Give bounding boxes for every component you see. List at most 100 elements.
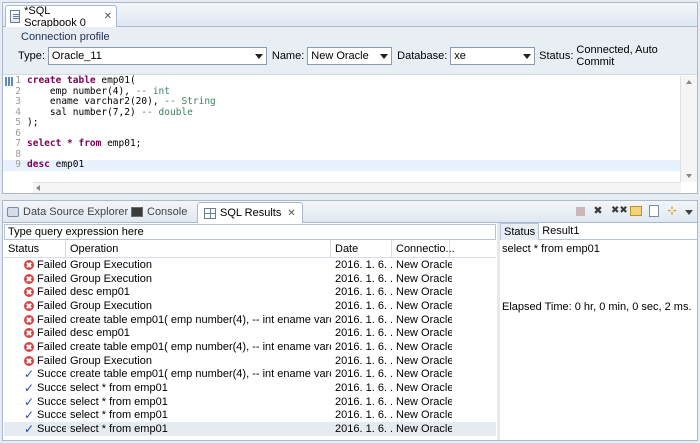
date-cell: 2016. 1. 6. ... bbox=[335, 382, 392, 395]
code-text: sal number(7,2) -- double bbox=[27, 107, 193, 119]
results-toolbar: ✖ ✖✖ ⊹ bbox=[576, 205, 693, 217]
pin-icon[interactable]: ⊹ bbox=[666, 205, 678, 217]
status-text: Succee bbox=[37, 423, 66, 436]
date-cell: 2016. 1. 6. ... bbox=[335, 299, 392, 312]
tab-sql-results[interactable]: SQL Results ✕ bbox=[197, 202, 303, 223]
terminate-icon[interactable] bbox=[576, 207, 585, 216]
sql-text: emp01 bbox=[49, 159, 85, 170]
connection-cell: New Oracle bbox=[396, 299, 452, 312]
date-cell: 2016. 1. 6. ... bbox=[335, 368, 392, 381]
operation-cell: Group Execution bbox=[70, 299, 152, 312]
table-row[interactable]: Failed create table emp01( emp number(4),… bbox=[4, 340, 496, 354]
name-select[interactable]: New Oracle bbox=[307, 47, 393, 65]
date-cell: 2016. 1. 6. ... bbox=[335, 354, 392, 367]
column-header-date[interactable]: Date bbox=[331, 240, 392, 258]
sort-ascending-icon: ^ bbox=[32, 246, 36, 253]
failed-error-icon bbox=[24, 287, 34, 298]
code-text: select * from emp01; bbox=[27, 138, 142, 150]
database-value: xe bbox=[454, 50, 466, 62]
view-tab-bar: Data Source Explorer Console SQL Results… bbox=[3, 201, 697, 223]
table-row[interactable]: ✓Succee create table emp01( emp number(4)… bbox=[4, 368, 496, 382]
table-row[interactable]: ✓Succee select * from emp01 2016. 1. 6. ..… bbox=[4, 381, 496, 395]
sql-keyword: create table bbox=[27, 75, 96, 86]
table-row[interactable]: ✓Succee select * from emp01 2016. 1. 6. ..… bbox=[4, 409, 496, 423]
code-line: 5); bbox=[3, 117, 681, 129]
scroll-down-icon[interactable] bbox=[686, 174, 692, 178]
close-icon[interactable]: ✕ bbox=[104, 11, 112, 22]
success-check-icon: ✓ bbox=[24, 368, 35, 381]
open-folder-icon[interactable] bbox=[630, 206, 642, 216]
status-cell: Failed bbox=[4, 327, 66, 339]
failed-error-icon bbox=[24, 273, 34, 284]
chevron-down-icon bbox=[254, 54, 263, 59]
table-row[interactable]: ✓Succee select * from emp01 2016. 1. 6. ..… bbox=[4, 422, 496, 436]
status-value: Connected, Auto Commit bbox=[576, 44, 658, 68]
table-row[interactable]: Failed create table emp01( emp number(4),… bbox=[4, 313, 496, 327]
view-menu-icon[interactable] bbox=[685, 210, 693, 215]
status-cell: ✓Succee bbox=[4, 409, 66, 421]
status-text: Succee bbox=[37, 409, 66, 422]
code-line: 7 select * from emp01; bbox=[3, 138, 681, 150]
status-cell: ✓Succee bbox=[4, 382, 66, 394]
status-cell: ✓Succee bbox=[4, 368, 66, 380]
elapsed-time: Elapsed Time: 0 hr, 0 min, 0 sec, 2 ms. bbox=[502, 301, 692, 313]
query-expression-input[interactable] bbox=[4, 224, 496, 240]
code-text: desc emp01 bbox=[27, 159, 85, 171]
remove-icon[interactable]: ✖ bbox=[592, 205, 604, 217]
sql-code-editor[interactable]: 1 create table emp01(2 emp number(4), -- … bbox=[3, 75, 681, 182]
sql-results-table: ^ Status Operation Date Connectio... Fai… bbox=[4, 240, 496, 440]
type-select[interactable]: Oracle_11 bbox=[47, 47, 267, 65]
operation-cell: select * from emp01 bbox=[70, 382, 168, 395]
table-row[interactable]: Failed Group Execution 2016. 1. 6. ... New … bbox=[4, 272, 496, 286]
table-row[interactable]: Failed Group Execution 2016. 1. 6. ... New … bbox=[4, 258, 496, 272]
success-check-icon: ✓ bbox=[24, 382, 35, 395]
database-select[interactable]: xe bbox=[450, 47, 536, 65]
status-detail-text: select * from emp01 bbox=[502, 243, 600, 255]
scroll-left-icon[interactable] bbox=[36, 185, 40, 191]
failed-error-icon bbox=[24, 355, 34, 366]
line-number: 3 bbox=[15, 96, 21, 107]
table-row[interactable]: Failed Group Execution 2016. 1. 6. ... New … bbox=[4, 299, 496, 313]
tab-status[interactable]: Status bbox=[500, 223, 540, 240]
status-cell: Failed bbox=[4, 259, 66, 271]
status-cell: ✓Succee bbox=[4, 396, 66, 408]
results-grid-icon bbox=[204, 207, 216, 219]
column-header-status[interactable]: ^ Status bbox=[4, 240, 66, 258]
column-header-operation[interactable]: Operation bbox=[66, 240, 331, 258]
table-row[interactable]: Failed desc emp01 2016. 1. 6. ... New Oracl… bbox=[4, 326, 496, 340]
scroll-up-icon[interactable] bbox=[686, 80, 692, 84]
sql-text: ); bbox=[27, 117, 39, 128]
status-cell: Failed bbox=[4, 314, 66, 326]
bottom-views: Data Source Explorer Console SQL Results… bbox=[2, 200, 698, 441]
column-header-connection[interactable]: Connectio... bbox=[392, 240, 455, 258]
tab-data-source-explorer[interactable]: Data Source Explorer bbox=[7, 204, 128, 220]
table-row[interactable]: Failed Group Execution 2016. 1. 6. ... New … bbox=[4, 354, 496, 368]
status-text: Failed bbox=[37, 258, 66, 271]
operation-cell: create table emp01( emp number(4), -- in… bbox=[70, 368, 331, 381]
tab-result1[interactable]: Result1 bbox=[539, 223, 582, 240]
editor-vertical-scrollbar[interactable] bbox=[680, 76, 697, 182]
tab-console[interactable]: Console bbox=[131, 204, 187, 220]
operation-cell: desc emp01 bbox=[70, 286, 130, 299]
date-cell: 2016. 1. 6. ... bbox=[335, 340, 392, 353]
table-row[interactable]: Failed desc emp01 2016. 1. 6. ... New Oracl… bbox=[4, 285, 496, 299]
date-cell: 2016. 1. 6. ... bbox=[335, 409, 392, 422]
operation-cell: select * from emp01 bbox=[70, 423, 168, 436]
database-icon bbox=[7, 207, 19, 217]
export-icon[interactable] bbox=[649, 205, 659, 217]
date-cell: 2016. 1. 6. ... bbox=[335, 423, 392, 436]
name-value: New Oracle bbox=[311, 50, 369, 62]
sql-text: emp01; bbox=[101, 138, 142, 149]
table-row[interactable]: ✓Succee select * from emp01 2016. 1. 6. ..… bbox=[4, 395, 496, 409]
status-label: Status: bbox=[539, 50, 574, 62]
close-icon[interactable]: ✕ bbox=[287, 208, 295, 219]
connection-cell: New Oracle bbox=[396, 272, 452, 285]
code-line: 9 desc emp01 bbox=[3, 77, 681, 171]
remove-all-icon[interactable]: ✖✖ bbox=[611, 205, 628, 217]
status-text: Failed bbox=[37, 286, 66, 299]
connection-cell: New Oracle bbox=[396, 354, 452, 367]
editor-horizontal-scrollbar[interactable] bbox=[33, 182, 681, 193]
tab-sql-scrapbook[interactable]: *SQL Scrapbook 0 ✕ bbox=[5, 5, 117, 29]
database-label: Database: bbox=[397, 50, 448, 62]
status-text: Failed bbox=[37, 272, 66, 285]
